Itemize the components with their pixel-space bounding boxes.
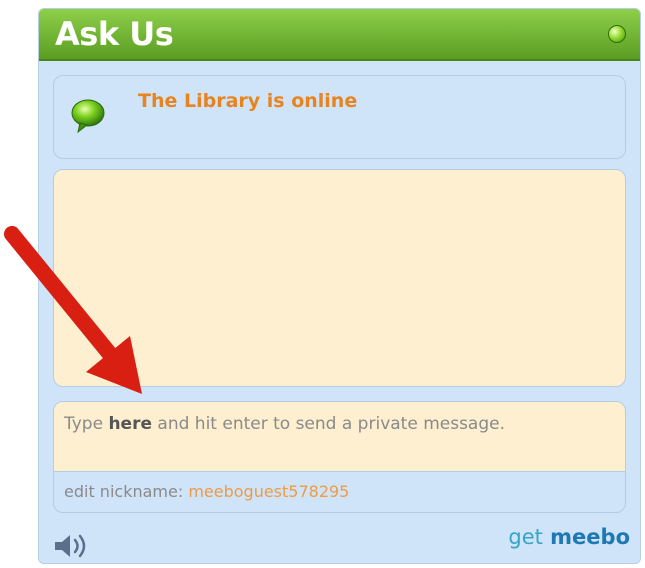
widget-title: Ask Us [55, 15, 174, 53]
brand-get: get [508, 525, 543, 549]
input-hint-suffix: and hit enter to send a private message. [152, 414, 505, 434]
brand-meebo: meebo [550, 525, 630, 549]
widget-header: Ask Us [39, 9, 640, 61]
chat-log-area [53, 169, 626, 387]
chat-bubble-icon [71, 99, 105, 134]
online-status-icon [608, 25, 626, 43]
input-panel: Type here and hit enter to send a privat… [53, 401, 626, 513]
nickname-row: edit nickname: meeboguest578295 [64, 482, 349, 501]
library-status-text: The Library is online [138, 90, 358, 112]
nickname-label: edit nickname: [64, 482, 184, 501]
status-panel: The Library is online [53, 75, 626, 159]
ask-us-widget: Ask Us The Library is online Type here a… [38, 8, 641, 564]
nickname-link[interactable]: meeboguest578295 [188, 482, 349, 501]
speaker-icon[interactable] [53, 531, 99, 561]
input-hint-bold: here [108, 414, 152, 434]
get-meebo-link[interactable]: get meebo [508, 525, 630, 549]
input-hint-prefix: Type [64, 414, 109, 434]
message-input[interactable]: Type here and hit enter to send a privat… [54, 402, 625, 472]
